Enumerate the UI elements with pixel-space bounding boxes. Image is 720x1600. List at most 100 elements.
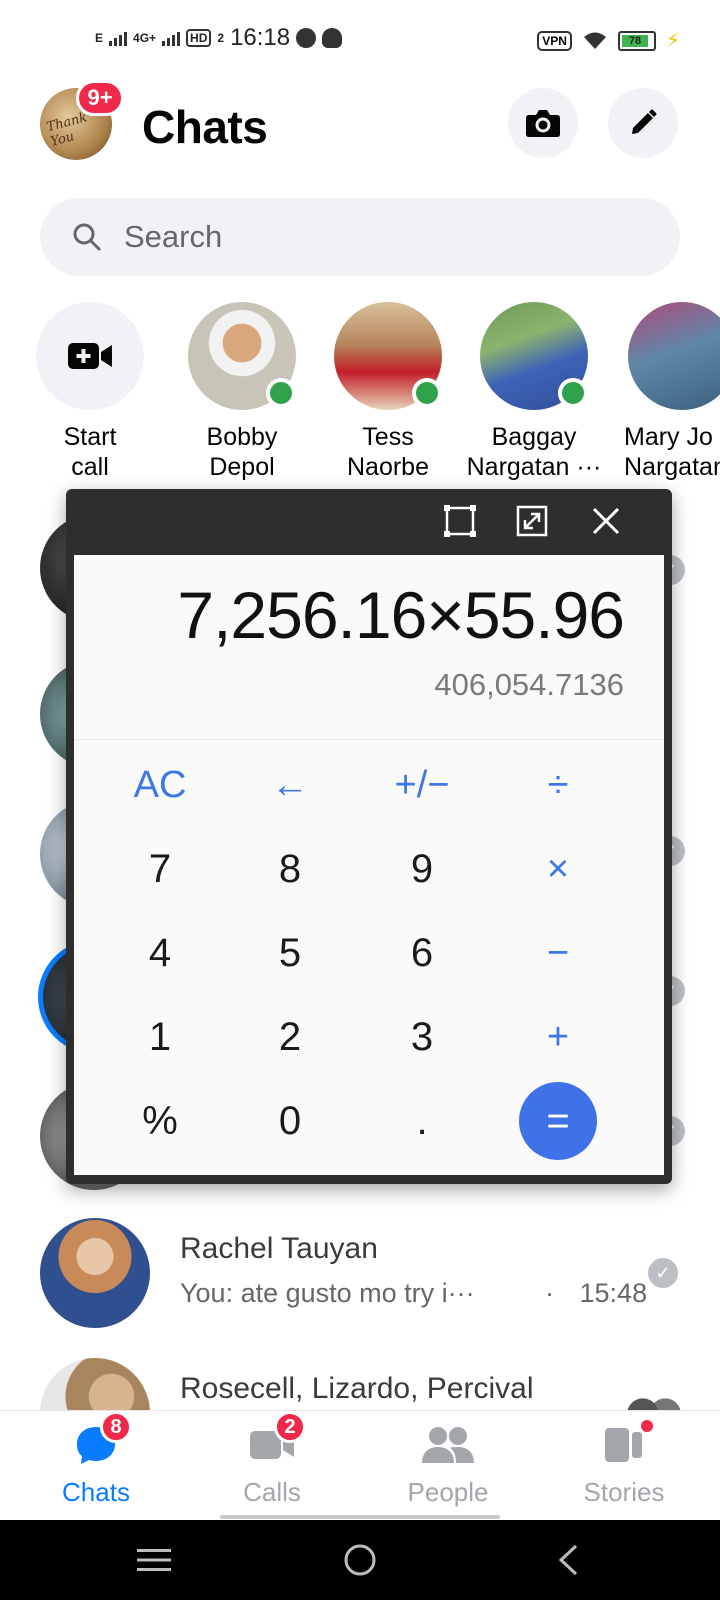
digit-2-button[interactable]: 2 (240, 1002, 340, 1072)
story-label-line1: Baggay (491, 423, 577, 451)
online-indicator (558, 378, 588, 408)
minimize-window-button[interactable] (438, 499, 482, 543)
page-title: Chats (142, 101, 268, 153)
percent-button[interactable]: % (110, 1086, 210, 1156)
contact-avatar[interactable] (334, 302, 442, 410)
multiply-button[interactable]: × (508, 834, 608, 904)
story-label: Start call (20, 422, 160, 482)
story-label: Tess Naorbe (318, 422, 458, 482)
floating-calculator: 7,256.16×55.96 406,054.7136 AC ← +/− ÷ 7… (66, 489, 672, 1184)
calls-badge: 2 (274, 1411, 306, 1443)
messenger-notification-icon (296, 28, 317, 48)
digit-6-button[interactable]: 6 (372, 918, 472, 988)
stories-notification-dot (638, 1417, 656, 1435)
digit-1-button[interactable]: 1 (110, 1002, 210, 1072)
digit-4-button[interactable]: 4 (110, 918, 210, 988)
hd-voice-badge: HD (186, 29, 212, 47)
backspace-button[interactable]: ← (240, 750, 340, 820)
pencil-icon (632, 109, 657, 134)
bottom-navigation: 8 Chats 2 Calls People Stories (0, 1410, 720, 1520)
maximize-window-button[interactable] (510, 499, 554, 543)
tab-people-label: People (407, 1477, 489, 1507)
minus-button[interactable]: − (508, 918, 608, 988)
network-type: 4G+ (133, 31, 157, 45)
chat-row-rachel[interactable]: Rachel Tauyan You: ate gusto mo try i···… (0, 1218, 720, 1348)
story-label-line2: Nargatan ··· (466, 453, 602, 481)
new-message-button[interactable] (608, 88, 678, 158)
chat-time: · 15:48 (545, 1278, 647, 1309)
hd-sub: 2 (217, 31, 225, 45)
digit-0-button[interactable]: 0 (240, 1086, 340, 1156)
chat-avatar (40, 1218, 150, 1328)
cloud-notification-icon (322, 28, 343, 48)
status-bar: E 4G+ HD 2 16:18 VPN 78 ⚡ (0, 0, 720, 70)
contact-avatar[interactable] (628, 302, 720, 410)
battery-icon: 78 (617, 30, 656, 51)
tab-stories[interactable]: Stories (544, 1417, 704, 1508)
close-icon (592, 507, 620, 535)
digit-3-button[interactable]: 3 (372, 1002, 472, 1072)
divide-button[interactable]: ÷ (508, 750, 608, 820)
stories-icon (605, 1428, 642, 1462)
tab-stories-label: Stories (583, 1477, 665, 1507)
menu-icon (137, 1549, 171, 1571)
digit-5-button[interactable]: 5 (240, 918, 340, 988)
contact-avatar[interactable] (188, 302, 296, 410)
story-label-line2: Naorbe (347, 453, 429, 481)
chats-header: Thank You 9+ Chats (0, 80, 720, 180)
battery-level: 78 (621, 34, 648, 47)
home-button[interactable] (340, 1540, 380, 1580)
home-indicator (220, 1515, 500, 1519)
home-circle-icon (344, 1544, 376, 1576)
active-contact-mary[interactable]: Mary Jo Nargatan (610, 302, 720, 482)
search-bar[interactable]: Search (40, 198, 680, 276)
video-call-icon (68, 343, 112, 369)
contact-avatar[interactable] (480, 302, 588, 410)
charging-icon: ⚡ (665, 30, 680, 52)
separator-dot: · (545, 1278, 554, 1308)
tab-calls[interactable]: 2 Calls (192, 1411, 352, 1508)
plus-button[interactable]: + (508, 1002, 608, 1072)
digit-8-button[interactable]: 8 (240, 834, 340, 904)
search-icon (73, 223, 101, 251)
search-placeholder: Search (124, 219, 223, 254)
story-label-line2: call (71, 453, 109, 481)
calculator-display: 7,256.16×55.96 406,054.7136 (74, 555, 664, 740)
read-receipt-icon: ✓ (648, 1258, 678, 1288)
notification-badge: 9+ (76, 80, 124, 116)
chat-timestamp: 15:48 (579, 1278, 648, 1308)
clock: 16:18 (230, 24, 291, 51)
online-indicator (412, 378, 442, 408)
decimal-point-button[interactable]: . (372, 1086, 472, 1156)
calculator-body: 7,256.16×55.96 406,054.7136 AC ← +/− ÷ 7… (74, 555, 664, 1175)
active-contact-bobby[interactable]: Bobby Depol (172, 302, 312, 482)
system-navigation-bar (0, 1520, 720, 1600)
back-button[interactable] (550, 1540, 586, 1580)
start-call-item[interactable]: Start call (20, 302, 160, 482)
crop-square-icon (444, 505, 476, 537)
story-label: Mary Jo Nargatan (610, 422, 720, 482)
chat-name: Rachel Tauyan (180, 1232, 378, 1265)
active-contact-tess[interactable]: Tess Naorbe (318, 302, 458, 482)
tab-chats[interactable]: 8 Chats (16, 1411, 176, 1508)
network-type-small: E (95, 31, 104, 45)
close-window-button[interactable] (584, 499, 628, 543)
tab-people[interactable]: People (368, 1423, 528, 1508)
clear-button[interactable]: AC (110, 750, 210, 820)
digit-7-button[interactable]: 7 (110, 834, 210, 904)
equals-button[interactable]: = (519, 1082, 597, 1160)
story-label-line2: Nargatan (624, 453, 720, 481)
start-call-button[interactable] (36, 302, 144, 410)
story-label-line1: Mary Jo (624, 423, 713, 451)
toggle-sign-button[interactable]: +/− (372, 750, 472, 820)
active-contact-baggay[interactable]: Baggay Nargatan ··· (464, 302, 604, 482)
camera-button[interactable] (508, 88, 578, 158)
menu-button[interactable] (136, 1540, 172, 1580)
expand-icon (516, 505, 548, 537)
chat-name: Rosecell, Lizardo, Percival (180, 1372, 534, 1405)
calculator-titlebar[interactable] (66, 489, 672, 555)
status-right: VPN 78 ⚡ (537, 28, 680, 53)
story-label: Bobby Depol (172, 422, 312, 482)
story-label-line1: Start (63, 423, 117, 451)
digit-9-button[interactable]: 9 (372, 834, 472, 904)
